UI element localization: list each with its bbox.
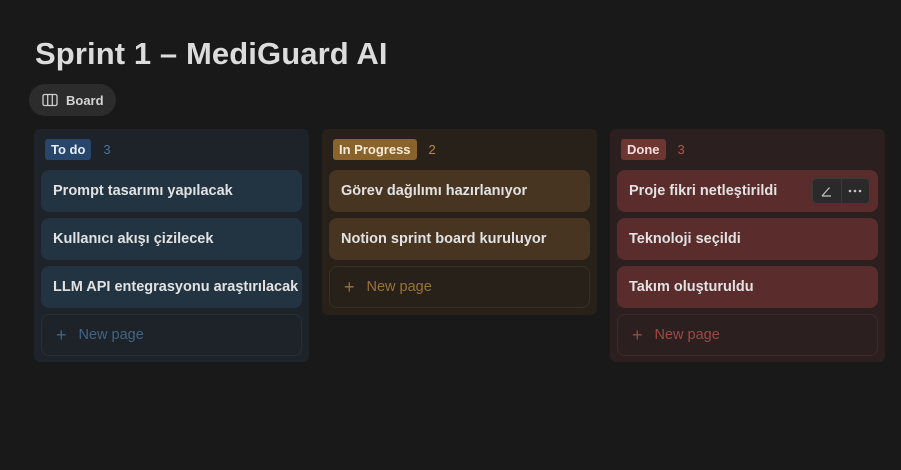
board-card[interactable]: Notion sprint board kuruluyor [329,218,590,260]
board-card[interactable]: Görev dağılımı hazırlanıyor [329,170,590,212]
new-page-button[interactable]: + New page [41,314,302,356]
board-column-done: Done 3 Proje fikri netleştirildi Teknolo… [610,129,885,362]
board-column-todo: To do 3 Prompt tasarımı yapılacak Kullan… [34,129,309,362]
board-card[interactable]: Kullanıcı akışı çizilecek [41,218,302,260]
column-header: To do 3 [41,136,302,162]
column-header: Done 3 [617,136,878,162]
new-page-label: New page [78,327,144,343]
status-label[interactable]: Done [621,138,666,160]
board-card[interactable]: Teknoloji seçildi [617,218,878,260]
new-page-button[interactable]: + New page [329,266,590,308]
page-title[interactable]: Sprint 1 – MediGuard AI [35,36,388,72]
card-count: 3 [103,141,111,157]
new-page-button[interactable]: + New page [617,314,878,356]
view-tab-label: Board [66,92,104,108]
new-page-label: New page [366,279,432,295]
status-label[interactable]: To do [45,138,92,160]
more-horizontal-icon[interactable] [840,179,870,203]
card-count: 3 [677,141,685,157]
board-card[interactable]: Prompt tasarımı yapılacak [41,170,302,212]
pencil-icon[interactable] [813,179,841,203]
board-column-in-progress: In Progress 2 Görev dağılımı hazırlanıyo… [322,129,597,315]
card-hover-actions [812,178,870,204]
plus-icon: + [56,325,67,345]
new-page-label: New page [654,327,720,343]
column-header: In Progress 2 [329,136,590,162]
card-title: Proje fikri netleştirildi [629,183,778,199]
board-card[interactable]: Proje fikri netleştirildi [617,170,878,212]
board-card[interactable]: Takım oluşturuldu [617,266,878,308]
plus-icon: + [632,325,643,345]
board-columns-icon [42,93,58,107]
card-count: 2 [428,141,436,157]
board-card[interactable]: LLM API entegrasyonu araştırılacak [41,266,302,308]
view-tab-board[interactable]: Board [29,84,116,116]
status-label[interactable]: In Progress [333,138,417,160]
plus-icon: + [344,277,355,297]
